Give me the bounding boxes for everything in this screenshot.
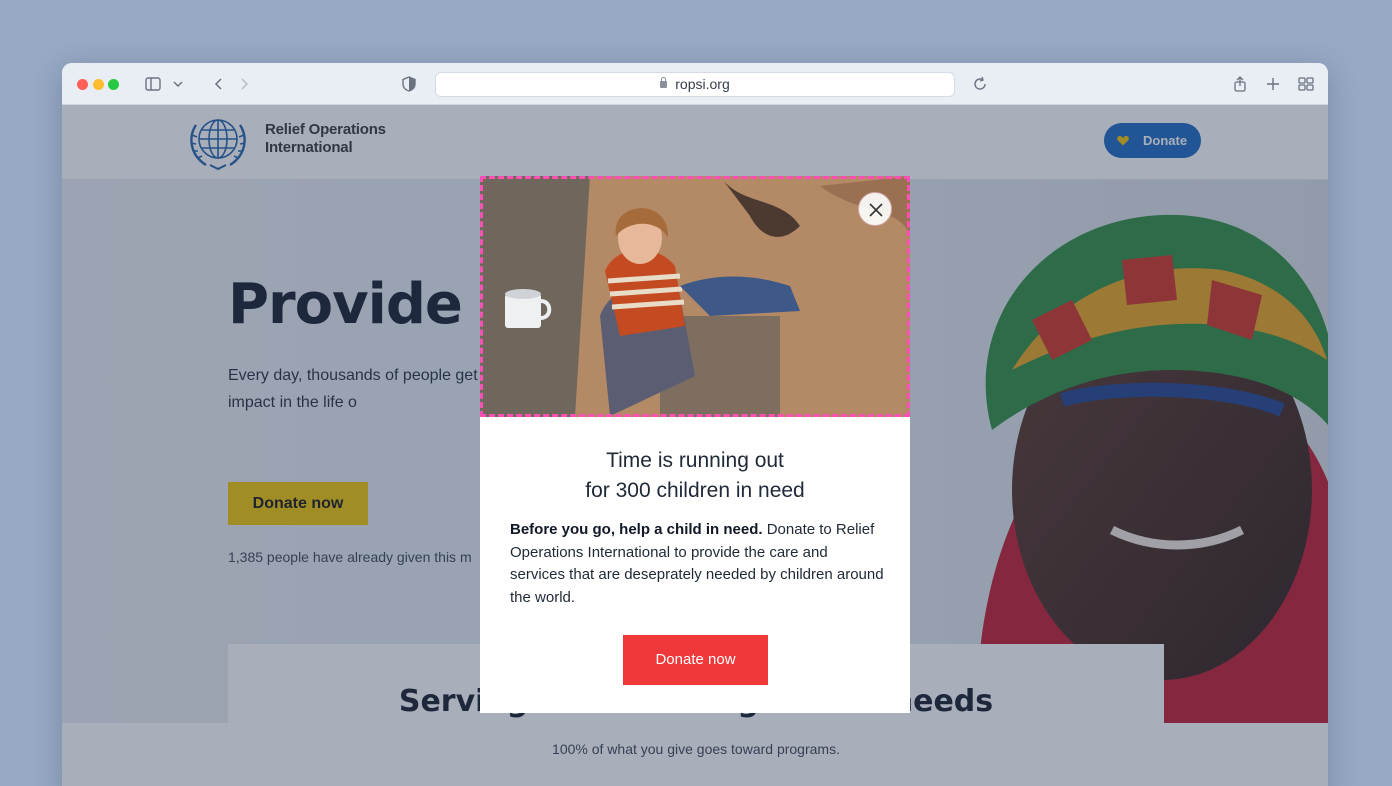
browser-window: ropsi.org Relief Operations Internationa… [62,63,1328,786]
back-icon[interactable] [209,74,229,94]
tab-overview-icon[interactable] [1296,74,1316,94]
modal-photo [480,176,910,417]
close-modal-button[interactable] [858,192,892,226]
url-text: ropsi.org [675,76,730,92]
chevron-down-icon[interactable] [168,74,188,94]
zoom-window-button[interactable] [108,79,119,90]
modal-title: Time is running out for 300 children in … [480,446,910,506]
lock-icon [660,77,668,88]
share-icon[interactable] [1230,74,1250,94]
browser-toolbar: ropsi.org [62,63,1328,105]
modal-title-line-2: for 300 children in need [585,479,805,502]
close-icon [869,203,883,217]
sidebar-icon[interactable] [143,74,163,94]
forward-icon[interactable] [234,74,254,94]
shield-icon[interactable] [399,74,419,94]
modal-donate-button[interactable]: Donate now [623,635,768,685]
modal-body-bold: Before you go, help a child in need. [510,521,763,538]
minimize-window-button[interactable] [93,79,104,90]
image-outline [480,176,910,417]
reload-icon[interactable] [970,74,990,94]
address-bar[interactable]: ropsi.org [435,72,955,97]
exit-intent-modal: Time is running out for 300 children in … [480,176,910,713]
close-window-button[interactable] [77,79,88,90]
modal-body-text: Before you go, help a child in need. Don… [510,519,885,609]
modal-title-line-1: Time is running out [606,449,784,472]
new-tab-icon[interactable] [1263,74,1283,94]
web-page: Relief Operations International Donate P… [62,105,1328,786]
